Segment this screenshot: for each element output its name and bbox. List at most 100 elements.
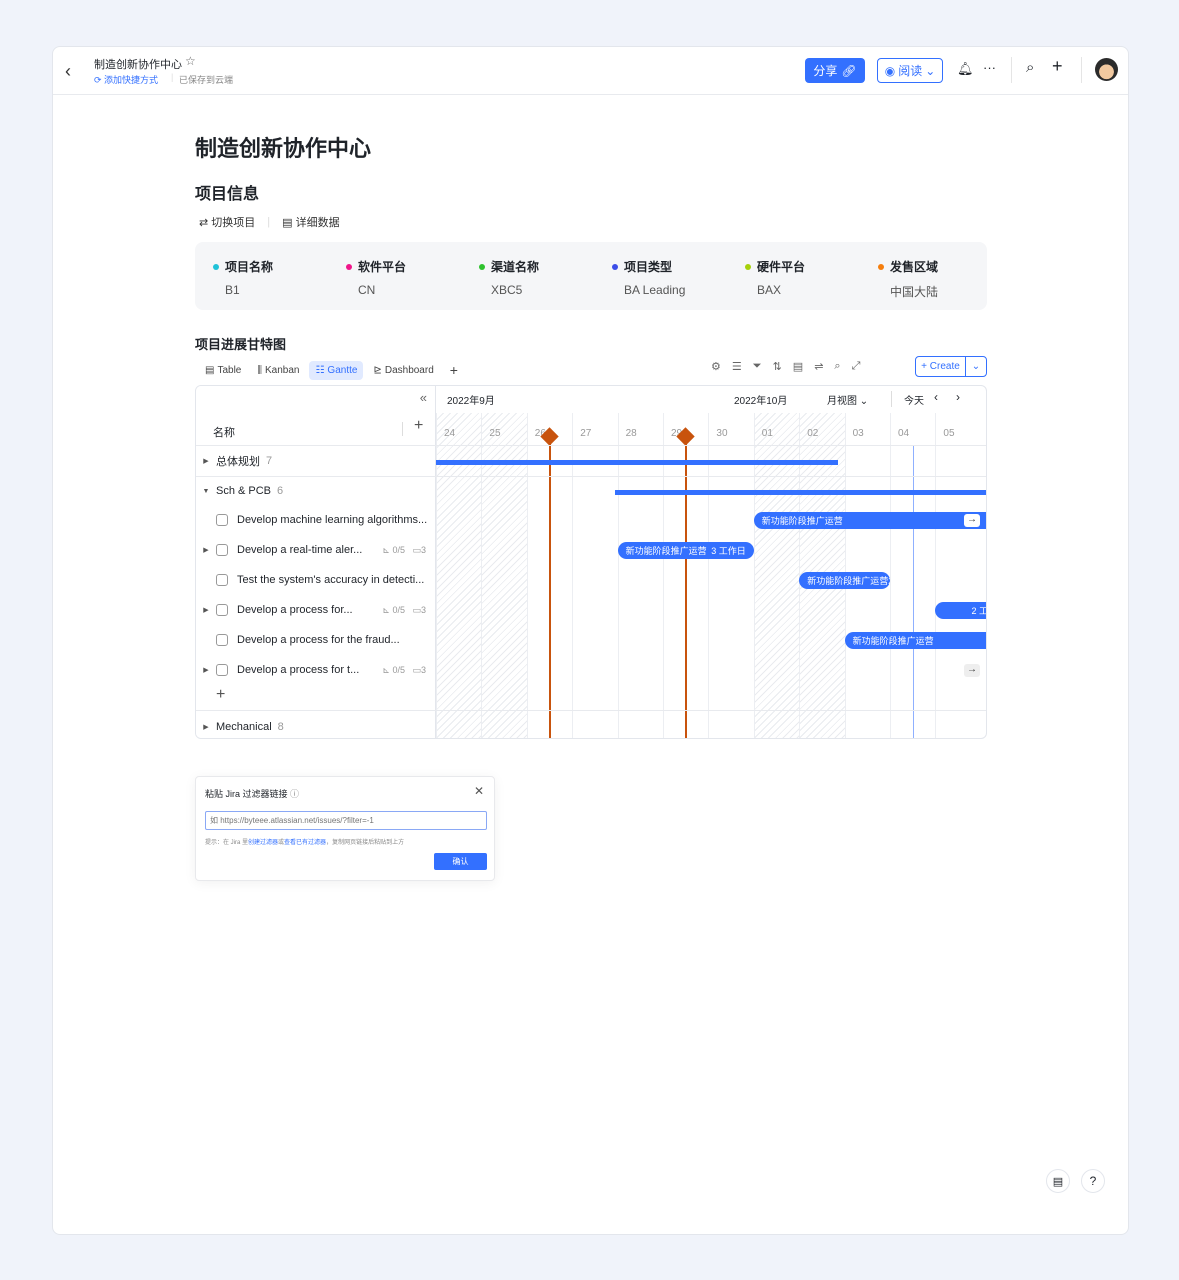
group-icon[interactable]: ▤ <box>793 360 803 373</box>
divider <box>196 476 986 477</box>
group-row[interactable]: ▶ 总体规划 7 <box>196 446 436 476</box>
task-meta: ⊾ 0/5 ▭3 <box>382 545 426 556</box>
caret-right-icon[interactable]: ▶ <box>196 666 216 674</box>
task-row[interactable]: Develop machine learning algorithms... <box>196 505 436 535</box>
expand-icon[interactable]: ⤢ <box>852 360 861 373</box>
close-icon[interactable]: ✕ <box>474 784 484 798</box>
color-dot-icon <box>745 263 751 270</box>
create-button[interactable]: + Create <box>916 357 966 376</box>
chevron-down-icon[interactable]: ⌄ <box>966 357 986 376</box>
task-row[interactable]: Test the system's accuracy in detecti... <box>196 565 436 595</box>
tab-label: Kanban <box>264 364 300 376</box>
search-icon[interactable]: ⌕ <box>834 360 840 373</box>
task-checkbox[interactable] <box>216 664 228 676</box>
document-icon[interactable]: ▤ <box>1046 1169 1070 1193</box>
month-label-left: 2022年9月 <box>447 396 495 407</box>
field-value: BA Leading <box>624 283 686 297</box>
summary-bar-sch-pcb <box>615 490 986 495</box>
caret-down-icon[interactable]: ▼ <box>196 488 216 495</box>
tab-gantt[interactable]: ☷ Gantte <box>309 360 364 380</box>
caret-right-icon[interactable]: ▶ <box>196 546 216 554</box>
divider <box>196 445 986 446</box>
bar-label: 新功能阶段推广运营 <box>625 546 707 556</box>
field-label: 发售区域 <box>878 258 938 275</box>
arrow-right-icon[interactable]: → <box>964 514 980 527</box>
view-filters-link[interactable]: 查看已有过滤器 <box>284 840 326 846</box>
color-dot-icon <box>612 263 618 270</box>
caret-right-icon[interactable]: ▶ <box>196 723 216 731</box>
task-meta: ⊾ 0/5 ▭3 <box>382 665 426 676</box>
task-checkbox[interactable] <box>216 514 228 526</box>
milestone-line <box>548 436 551 738</box>
jira-url-input[interactable] <box>205 811 487 830</box>
divider <box>1011 57 1012 83</box>
filter-icon[interactable]: ⏷ <box>753 360 762 373</box>
detail-data-button[interactable]: ▤ 详细数据 <box>282 214 339 230</box>
task-checkbox[interactable] <box>216 544 228 556</box>
info-field: 软件平台 CN <box>346 258 406 297</box>
month-label-right: 2022年10月 <box>734 396 788 407</box>
doc-title: 制造创新协作中心 <box>94 59 182 71</box>
add-task-button[interactable]: + <box>216 686 225 704</box>
subtask-icon: ⊾ <box>382 604 390 615</box>
task-row[interactable]: ▶ Develop a process for t... ⊾ 0/5 ▭3 <box>196 655 436 685</box>
comment-count: 3 <box>420 544 426 555</box>
prev-icon[interactable]: ‹ <box>934 390 938 404</box>
tab-table[interactable]: ▤ Table <box>199 361 247 380</box>
task-row[interactable]: ▶ Develop a process for... ⊾ 0/5 ▭3 <box>196 595 436 625</box>
task-bar[interactable]: 2 工 <box>935 602 986 619</box>
settings-icon[interactable]: ⚙ <box>711 360 721 373</box>
back-icon[interactable]: ‹ <box>65 61 71 82</box>
task-bar[interactable]: 新功能阶段推广运营 <box>753 512 986 529</box>
sort-icon[interactable]: ⇅ <box>773 360 782 373</box>
create-filter-link[interactable]: 创建过滤器 <box>248 840 278 846</box>
search-icon[interactable]: ⌕ <box>1026 59 1034 76</box>
today-button[interactable]: 今天 <box>904 392 924 407</box>
arrow-right-icon[interactable]: → <box>964 664 980 677</box>
tab-kanban[interactable]: ⫼ Kanban <box>251 361 305 380</box>
caret-right-icon[interactable]: ▶ <box>196 457 216 465</box>
star-icon[interactable]: ☆ <box>185 54 196 68</box>
task-row[interactable]: Develop a process for the fraud... <box>196 625 436 655</box>
task-checkbox[interactable] <box>216 634 228 646</box>
caret-right-icon[interactable]: ▶ <box>196 606 216 614</box>
bell-icon[interactable]: 🔔︎ <box>957 61 974 77</box>
project-info-card: 项目名称 B1 软件平台 CN 渠道名称 XBC5 项目类型 BA Leading 硬件平台 BA… <box>195 242 987 310</box>
task-row[interactable]: ▶ Develop a real-time aler... ⊾ 0/5 ▭3 <box>196 535 436 565</box>
plus-icon[interactable]: + <box>1052 56 1063 77</box>
group-row[interactable]: ▼ Sch & PCB 6 <box>196 476 436 506</box>
swap-icon: ⇄ <box>199 217 209 229</box>
share-button[interactable]: 分享 🔗︎ <box>805 58 865 83</box>
task-checkbox[interactable] <box>216 604 228 616</box>
task-name: Develop a real-time aler... <box>237 544 363 556</box>
switch-project-button[interactable]: ⇄ 切换项目 <box>199 214 255 230</box>
task-name: Develop a process for the fraud... <box>237 634 400 646</box>
add-view-button[interactable]: + <box>444 358 464 382</box>
task-bar[interactable]: 新功能阶段推广运营 3 工作日 <box>617 542 754 559</box>
tab-dashboard[interactable]: ⊵ Dashboard <box>367 361 439 380</box>
document-window: ‹ 制造创新协作中心 ☆ ⟳ 添加快捷方式 | 已保存到云端 分享 🔗︎ ◉ 阅读 ⌄… <box>52 46 1129 1235</box>
view-mode-select[interactable]: 月视图 ⌄ <box>827 392 868 407</box>
gantt-chart: « 名称 + ▶ 总体规划 7 ▼ Sch & PCB 6 ▶ Mechanical 8 Deve… <box>195 385 987 739</box>
group-name: Mechanical <box>216 721 272 733</box>
help-icon[interactable]: ? <box>1081 1169 1105 1193</box>
jira-filter-dialog: 粘贴 Jira 过滤器链接 ⓘ ✕ 提示：在 Jira 里创建过滤器或查看已有过… <box>195 776 495 881</box>
help-icon[interactable]: ⓘ <box>290 789 299 799</box>
field-value: 中国大陆 <box>890 285 939 299</box>
add-shortcut-link[interactable]: ⟳ 添加快捷方式 <box>94 73 158 86</box>
tab-label: Table <box>217 364 242 376</box>
adjust-icon[interactable]: ⇌ <box>814 360 823 373</box>
add-column-button[interactable]: + <box>414 417 423 435</box>
more-icon[interactable]: ··· <box>983 60 996 75</box>
group-row[interactable]: ▶ Mechanical 8 <box>196 712 436 738</box>
fields-icon[interactable]: ☰ <box>732 360 742 373</box>
task-bar[interactable]: 新功能阶段推广运营 <box>844 632 986 649</box>
next-icon[interactable]: › <box>956 390 960 404</box>
confirm-button[interactable]: 确认 <box>434 853 487 870</box>
bar-duration: 3 工作日 <box>711 546 746 556</box>
avatar[interactable] <box>1095 58 1118 81</box>
task-bar[interactable]: 新功能阶段推广运营2工作日 <box>799 572 890 589</box>
task-checkbox[interactable] <box>216 574 228 586</box>
collapse-icon[interactable]: « <box>420 390 427 405</box>
read-mode-button[interactable]: ◉ 阅读 ⌄ <box>877 58 943 83</box>
